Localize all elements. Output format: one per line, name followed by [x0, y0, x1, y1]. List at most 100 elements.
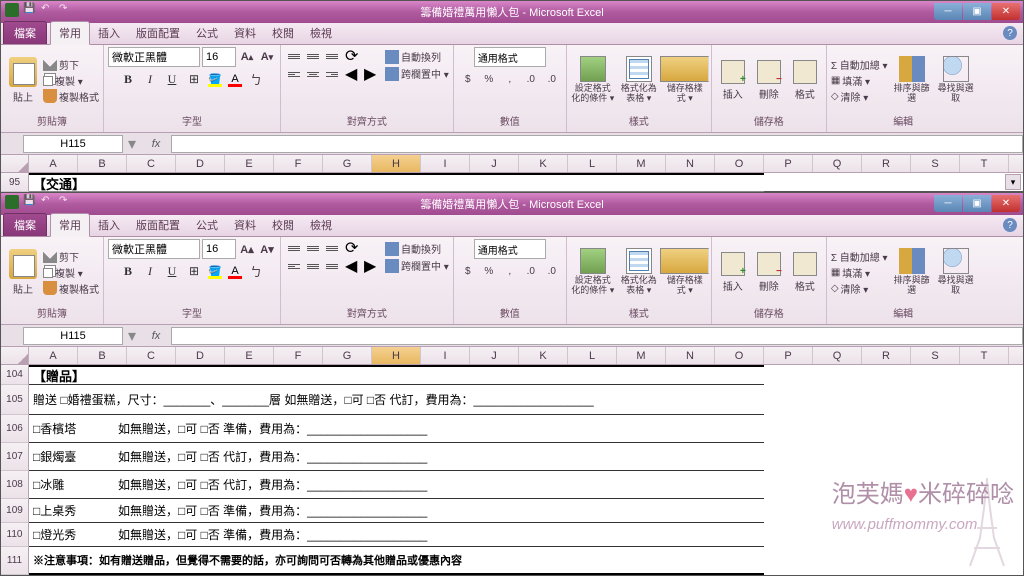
qat-undo-icon[interactable]: ↶	[41, 195, 55, 209]
currency-button[interactable]: $	[458, 69, 478, 89]
row-header[interactable]: 108	[1, 471, 29, 499]
shrink-font-button[interactable]: A▾	[258, 240, 276, 258]
col-header[interactable]: J	[470, 155, 519, 172]
inc-decimal-button[interactable]: .0	[521, 69, 541, 89]
fill-color-button[interactable]: 🪣	[206, 263, 224, 279]
indent-dec-button[interactable]: ◀	[342, 65, 360, 83]
tab-view[interactable]: 檢視	[302, 22, 340, 44]
col-header[interactable]: T	[960, 155, 1009, 172]
maximize-button[interactable]: ▣	[963, 3, 991, 20]
font-size-combo[interactable]: 16	[202, 239, 236, 259]
file-tab[interactable]: 檔案	[3, 213, 47, 236]
name-box[interactable]: H115	[23, 135, 123, 153]
align-middle-button[interactable]	[304, 47, 322, 65]
align-center-button[interactable]	[304, 65, 322, 83]
namebox-dropdown-icon[interactable]: ▾	[123, 326, 141, 346]
copy-button[interactable]: 複製 ▾	[43, 265, 99, 280]
format-painter-button[interactable]: 複製格式	[43, 89, 99, 104]
col-header[interactable]: N	[666, 155, 715, 172]
col-header[interactable]: L	[568, 155, 617, 172]
delete-cells-button[interactable]: 刪除	[752, 252, 786, 293]
format-table-button[interactable]: 格式化為表格 ▾	[617, 248, 661, 296]
tab-review[interactable]: 校閱	[264, 214, 302, 236]
autosum-button[interactable]: Σ 自動加總 ▾	[831, 57, 888, 72]
formula-input[interactable]	[171, 135, 1023, 153]
tab-data[interactable]: 資料	[226, 22, 264, 44]
help-icon[interactable]: ?	[1003, 26, 1017, 40]
row-header[interactable]: 95	[1, 173, 29, 192]
font-color-button[interactable]: A	[226, 71, 244, 87]
table-row[interactable]: □燈光秀如無贈送，□可 □否 準備，費用為：__________________	[29, 523, 764, 547]
fill-button[interactable]: ▦ 填滿 ▾	[831, 73, 888, 88]
row-header[interactable]: 104	[1, 365, 29, 385]
underline-button[interactable]: U	[162, 261, 182, 281]
col-header[interactable]: A	[29, 155, 78, 172]
col-header[interactable]: B	[78, 155, 127, 172]
comma-button[interactable]: ,	[500, 69, 520, 89]
col-header[interactable]: K	[519, 155, 568, 172]
tab-home[interactable]: 常用	[50, 21, 90, 45]
table-row[interactable]: □冰雕如無贈送，□可 □否 代訂，費用為：__________________	[29, 471, 764, 499]
cell-content[interactable]: 【交通】	[29, 173, 764, 192]
conditional-format-button[interactable]: 設定格式化的條件 ▾	[571, 248, 615, 296]
number-format-combo[interactable]: 通用格式	[474, 239, 546, 259]
paste-button[interactable]: 貼上	[5, 249, 41, 296]
align-top-button[interactable]	[285, 47, 303, 65]
qat-undo-icon[interactable]: ↶	[41, 3, 55, 17]
qat-redo-icon[interactable]: ↷	[59, 195, 73, 209]
col-header[interactable]: S	[911, 155, 960, 172]
insert-cells-button[interactable]: 插入	[716, 60, 750, 101]
table-row[interactable]: □銀燭臺如無贈送，□可 □否 代訂，費用為：__________________	[29, 443, 764, 471]
col-header[interactable]: M	[617, 155, 666, 172]
section-title[interactable]: 【贈品】	[29, 365, 764, 385]
formula-input[interactable]	[171, 327, 1023, 345]
font-name-combo[interactable]: 微軟正黑體	[108, 239, 200, 259]
table-row[interactable]: □香檳塔如無贈送，□可 □否 準備，費用為：__________________	[29, 415, 764, 443]
row-header[interactable]: 107	[1, 443, 29, 471]
fx-icon[interactable]: fx	[147, 138, 165, 150]
name-box[interactable]: H115	[23, 327, 123, 345]
merge-center-button[interactable]: 跨欄置中 ▾	[385, 66, 449, 81]
conditional-format-button[interactable]: 設定格式化的條件 ▾	[571, 56, 615, 104]
italic-button[interactable]: I	[140, 69, 160, 89]
sort-filter-button[interactable]: 排序與篩選	[892, 248, 932, 296]
tab-review[interactable]: 校閱	[264, 22, 302, 44]
sort-filter-button[interactable]: 排序與篩選	[892, 56, 932, 104]
tab-insert[interactable]: 插入	[90, 214, 128, 236]
qat-save-icon[interactable]: 💾	[23, 3, 37, 17]
fill-color-button[interactable]: 🪣	[206, 71, 224, 87]
qat-save-icon[interactable]: 💾	[23, 195, 37, 209]
tab-formulas[interactable]: 公式	[188, 22, 226, 44]
col-header[interactable]: I	[421, 155, 470, 172]
col-header[interactable]: P	[764, 155, 813, 172]
merge-center-button[interactable]: 跨欄置中 ▾	[385, 258, 449, 273]
border-button[interactable]: ⊞	[184, 261, 204, 281]
fx-icon[interactable]: fx	[147, 330, 165, 342]
file-tab[interactable]: 檔案	[3, 21, 47, 44]
minimize-button[interactable]: ─	[934, 195, 962, 212]
wrap-text-button[interactable]: 自動換列	[385, 49, 449, 64]
col-header[interactable]: Q	[813, 155, 862, 172]
col-header[interactable]: D	[176, 155, 225, 172]
table-row[interactable]: 贈送 □婚禮蛋糕，尺寸：_______、_______層 如無贈送，□可 □否 …	[29, 385, 764, 415]
tab-insert[interactable]: 插入	[90, 22, 128, 44]
col-header[interactable]: H	[372, 155, 421, 172]
phonetic-button[interactable]: ㄅ	[246, 69, 266, 89]
clear-button[interactable]: ◇ 清除 ▾	[831, 89, 888, 104]
select-all-corner[interactable]	[1, 347, 29, 364]
col-header[interactable]: O	[715, 155, 764, 172]
tab-view[interactable]: 檢視	[302, 214, 340, 236]
format-painter-button[interactable]: 複製格式	[43, 281, 99, 296]
border-button[interactable]: ⊞	[184, 69, 204, 89]
align-right-button[interactable]	[323, 65, 341, 83]
bold-button[interactable]: B	[118, 261, 138, 281]
cell-styles-button[interactable]: 儲存格樣式 ▾	[663, 56, 707, 104]
font-name-combo[interactable]: 微軟正黑體	[108, 47, 200, 67]
note-row[interactable]: ※注意事項：如有贈送贈品，但覺得不需要的話，亦可詢問可否轉為其他贈品或優惠內容	[29, 547, 764, 575]
format-cells-button[interactable]: 格式	[788, 60, 822, 101]
cut-button[interactable]: 剪下	[43, 57, 99, 72]
find-select-button[interactable]: 尋找與選取	[936, 56, 976, 104]
table-row[interactable]: □上桌秀如無贈送，□可 □否 準備，費用為：__________________	[29, 499, 764, 523]
paste-button[interactable]: 貼上	[5, 57, 41, 104]
qat-redo-icon[interactable]: ↷	[59, 3, 73, 17]
